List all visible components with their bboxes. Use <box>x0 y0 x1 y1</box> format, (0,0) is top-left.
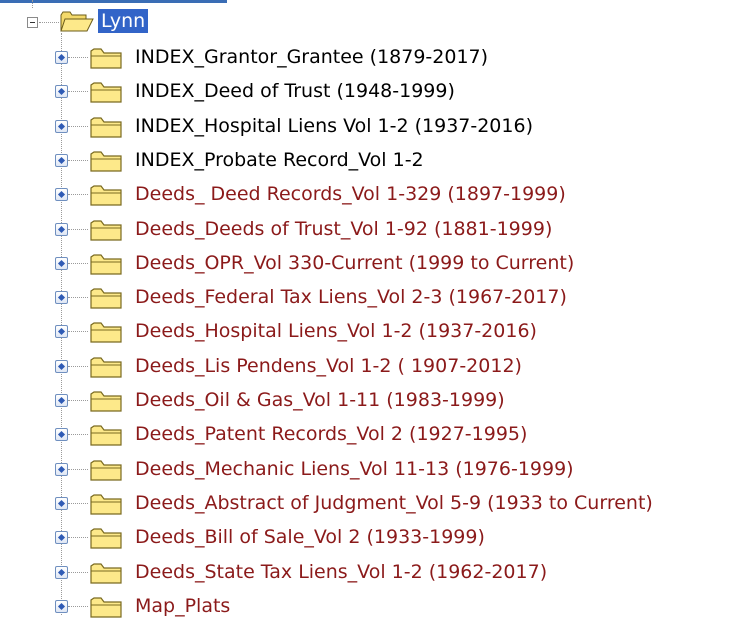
tree-item[interactable]: INDEX_Hospital Liens Vol 1-2 (1937-2016) <box>0 109 737 143</box>
tree-connector <box>68 91 88 93</box>
expand-toggle-icon[interactable] <box>55 359 68 373</box>
tree-connector <box>68 502 88 504</box>
folder-icon <box>90 562 122 584</box>
expand-toggle-icon[interactable] <box>55 565 68 579</box>
expand-toggle-icon[interactable] <box>55 599 68 613</box>
expand-toggle-icon[interactable] <box>55 51 68 64</box>
tree-item-label[interactable]: INDEX_Hospital Liens Vol 1-2 (1937-2016) <box>135 112 533 140</box>
tree-item[interactable]: INDEX_Grantor_Grantee (1879-2017) <box>0 40 737 74</box>
tree-item-label[interactable]: INDEX_Deed of Trust (1948-1999) <box>135 77 455 105</box>
expand-toggle-icon[interactable] <box>55 394 68 407</box>
expand-toggle-icon[interactable] <box>55 531 68 545</box>
folder-icon <box>90 151 122 172</box>
tree-connector <box>68 571 88 573</box>
tree-item-label[interactable]: INDEX_Grantor_Grantee (1879-2017) <box>135 43 488 71</box>
tree-item-label[interactable]: Deeds_State Tax Liens_Vol 1-2 (1962-2017… <box>135 558 547 586</box>
tree-item[interactable]: Deeds_Deeds of Trust_Vol 1-92 (1881-1999… <box>0 212 737 246</box>
tree-connector <box>68 365 88 367</box>
tree-item-label[interactable]: Deeds_Oil & Gas_Vol 1-11 (1983-1999) <box>135 386 505 414</box>
expand-toggle-icon[interactable] <box>55 428 68 442</box>
tree-item[interactable]: Map_Plats <box>0 589 737 623</box>
expand-toggle-icon[interactable] <box>55 496 68 510</box>
tree-item-label[interactable]: Deeds_Mechanic Liens_Vol 11-13 (1976-199… <box>135 455 574 483</box>
folder-icon <box>90 425 122 446</box>
folder-icon <box>90 82 122 103</box>
tree-item-label[interactable]: Deeds_OPR_Vol 330-Current (1999 to Curre… <box>135 249 574 277</box>
tree-item[interactable]: Deeds_Hospital Liens_Vol 1-2 (1937-2016) <box>0 314 737 348</box>
tree-connector <box>68 434 88 436</box>
folder-icon <box>90 185 122 206</box>
tree-connector <box>68 262 88 264</box>
folder-open-icon <box>60 11 94 32</box>
expand-toggle-icon[interactable] <box>55 325 68 339</box>
tree-root-line <box>32 0 33 8</box>
tree-item-label[interactable]: Deeds_Bill of Sale_Vol 2 (1933-1999) <box>135 523 485 551</box>
tree-item[interactable]: Deeds_ Deed Records_Vol 1-329 (1897-1999… <box>0 177 737 211</box>
tree-root-node[interactable]: Lynn <box>0 9 737 35</box>
expand-toggle-icon[interactable] <box>55 85 68 99</box>
tree-item[interactable]: INDEX_Probate Record_Vol 1-2 <box>0 143 737 177</box>
folder-icon <box>90 357 122 378</box>
tree-item-label[interactable]: Deeds_Federal Tax Liens_Vol 2-3 (1967-20… <box>135 283 567 311</box>
expand-toggle-icon[interactable] <box>55 153 68 167</box>
folder-tree: Lynn INDEX_Grantor_Grantee (1879-2017) IN… <box>0 0 737 618</box>
folder-icon <box>90 254 122 275</box>
folder-icon <box>90 459 122 481</box>
tree-item-label[interactable]: INDEX_Probate Record_Vol 1-2 <box>135 146 424 174</box>
tree-item-label[interactable]: Deeds_Hospital Liens_Vol 1-2 (1937-2016) <box>135 317 537 345</box>
tree-item-label[interactable]: Deeds_Patent Records_Vol 2 (1927-1995) <box>135 420 527 448</box>
expand-toggle-icon[interactable] <box>55 119 68 133</box>
expand-toggle-icon[interactable] <box>55 188 68 202</box>
tree-connector <box>68 57 88 58</box>
tree-item[interactable]: Deeds_Oil & Gas_Vol 1-11 (1983-1999) <box>0 383 737 417</box>
folder-icon <box>90 597 122 618</box>
folder-icon <box>90 219 122 241</box>
tree-item[interactable]: Deeds_Bill of Sale_Vol 2 (1933-1999) <box>0 520 737 554</box>
tree-connector <box>68 194 88 196</box>
tree-item[interactable]: Deeds_Abstract of Judgment_Vol 5-9 (1933… <box>0 486 737 520</box>
tree-root-label[interactable]: Lynn <box>98 9 149 33</box>
expand-toggle-icon[interactable] <box>55 256 68 270</box>
tree-connector <box>68 159 88 161</box>
tree-item-label[interactable]: Deeds_Deeds of Trust_Vol 1-92 (1881-1999… <box>135 215 552 243</box>
tree-item[interactable]: Deeds_OPR_Vol 330-Current (1999 to Curre… <box>0 246 737 280</box>
folder-icon <box>90 48 122 69</box>
tree-item-label[interactable]: Map_Plats <box>135 592 230 620</box>
tree-connector <box>68 228 88 230</box>
tree-connector <box>68 331 88 333</box>
folder-icon <box>90 116 122 138</box>
tree-connector <box>68 297 88 299</box>
tree-connector <box>68 468 88 470</box>
expand-toggle-icon[interactable] <box>55 462 68 476</box>
tree-item[interactable]: INDEX_Deed of Trust (1948-1999) <box>0 74 737 108</box>
tree-connector <box>68 125 88 127</box>
expand-toggle-icon[interactable] <box>55 291 68 305</box>
tree-item[interactable]: Deeds_Federal Tax Liens_Vol 2-3 (1967-20… <box>0 280 737 314</box>
folder-icon <box>90 494 122 515</box>
folder-icon <box>90 322 122 343</box>
tree-item-label[interactable]: Deeds_Abstract of Judgment_Vol 5-9 (1933… <box>135 489 653 517</box>
tree-connector <box>68 605 88 607</box>
tree-connector <box>68 537 88 539</box>
folder-icon <box>90 528 122 549</box>
tree-connector <box>68 400 88 401</box>
tree-item[interactable]: Deeds_Lis Pendens_Vol 1-2 ( 1907-2012) <box>0 349 737 383</box>
tree-item-label[interactable]: Deeds_ Deed Records_Vol 1-329 (1897-1999… <box>135 180 566 208</box>
folder-icon <box>90 391 122 412</box>
tree-item[interactable]: Deeds_State Tax Liens_Vol 1-2 (1962-2017… <box>0 555 737 589</box>
folder-icon <box>90 288 122 309</box>
tree-item[interactable]: Deeds_Mechanic Liens_Vol 11-13 (1976-199… <box>0 452 737 486</box>
tree-item[interactable]: Deeds_Patent Records_Vol 2 (1927-1995) <box>0 417 737 451</box>
collapse-toggle-icon[interactable] <box>27 17 38 28</box>
expand-toggle-icon[interactable] <box>55 222 68 236</box>
tree-connector <box>39 22 59 23</box>
tree-item-label[interactable]: Deeds_Lis Pendens_Vol 1-2 ( 1907-2012) <box>135 352 522 380</box>
